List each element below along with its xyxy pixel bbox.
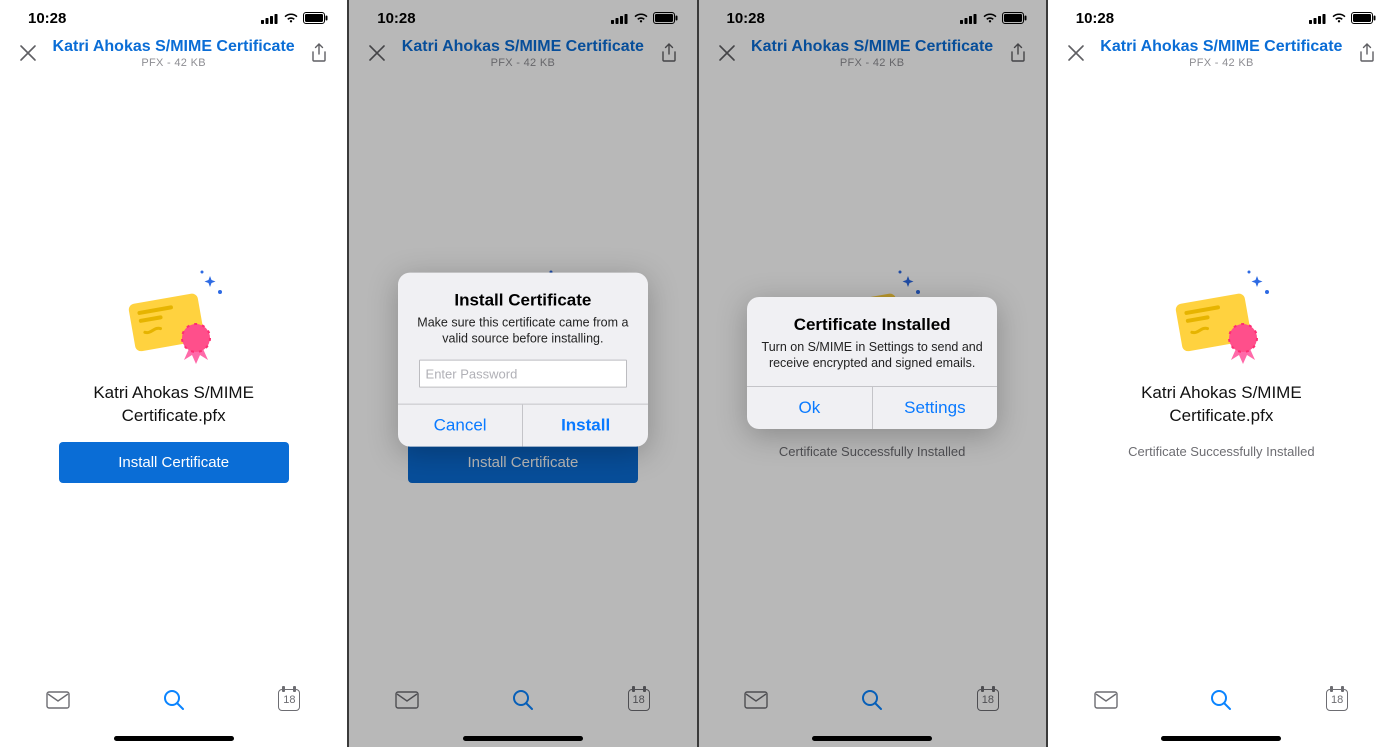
close-icon[interactable] (713, 39, 741, 67)
status-bar: 10:28 (349, 0, 696, 30)
share-icon[interactable] (655, 39, 683, 67)
search-tab-icon[interactable] (857, 687, 887, 713)
header-subtitle: PFX - 42 KB (741, 57, 1004, 69)
certificate-illustration-icon (1161, 270, 1281, 370)
share-icon[interactable] (1004, 39, 1032, 67)
file-header: Katri Ahokas S/MIME Certificate PFX - 42… (349, 30, 696, 80)
alert-ok-button[interactable]: Ok (747, 387, 872, 429)
header-title: Katri Ahokas S/MIME Certificate (741, 37, 1004, 56)
alert-message: Make sure this certificate came from a v… (412, 314, 634, 348)
close-icon[interactable] (363, 39, 391, 67)
share-icon[interactable] (1353, 39, 1381, 67)
certificate-illustration-icon (114, 270, 234, 370)
status-time: 10:28 (28, 10, 66, 27)
search-tab-icon[interactable] (508, 687, 538, 713)
install-certificate-button[interactable]: Install Certificate (59, 442, 289, 483)
mail-tab-icon[interactable] (1091, 687, 1121, 713)
header-subtitle: PFX - 42 KB (42, 57, 305, 69)
status-bar: 10:28 (699, 0, 1046, 30)
screen-initial: 10:28 Katri Ahokas S/MIME Certificate PF… (0, 0, 349, 747)
install-certificate-button[interactable]: Install Certificate (408, 442, 638, 483)
calendar-tab-icon[interactable]: 18 (274, 687, 304, 713)
status-time: 10:28 (727, 10, 765, 27)
mail-tab-icon[interactable] (741, 687, 771, 713)
install-certificate-alert: Install Certificate Make sure this certi… (398, 272, 648, 447)
alert-message: Turn on S/MIME in Settings to send and r… (761, 339, 983, 373)
screen-installed-final: 10:28 Katri Ahokas S/MIME Certificate PF… (1048, 0, 1395, 747)
calendar-tab-icon[interactable]: 18 (1322, 687, 1352, 713)
close-icon[interactable] (14, 39, 42, 67)
status-time: 10:28 (1076, 10, 1114, 27)
header-title: Katri Ahokas S/MIME Certificate (42, 37, 305, 56)
mail-tab-icon[interactable] (43, 687, 73, 713)
screen-installed-prompt: 10:28 Katri Ahokas S/MIME Certificate PF… (699, 0, 1048, 747)
alert-title: Install Certificate (412, 290, 634, 310)
certificate-password-input[interactable] (419, 360, 628, 388)
install-success-label: Certificate Successfully Installed (779, 444, 965, 459)
certificate-filename: Katri Ahokas S/MIME Certificate.pfx (64, 382, 284, 428)
home-indicator[interactable] (114, 736, 234, 741)
mail-tab-icon[interactable] (392, 687, 422, 713)
home-indicator[interactable] (1161, 736, 1281, 741)
share-icon[interactable] (305, 39, 333, 67)
file-header: Katri Ahokas S/MIME Certificate PFX - 42… (699, 30, 1046, 80)
home-indicator[interactable] (463, 736, 583, 741)
status-bar: 10:28 (0, 0, 347, 30)
alert-title: Certificate Installed (761, 315, 983, 335)
close-icon[interactable] (1062, 39, 1090, 67)
status-time: 10:28 (377, 10, 415, 27)
status-icons (261, 12, 329, 24)
certificate-installed-alert: Certificate Installed Turn on S/MIME in … (747, 297, 997, 430)
screen-password-prompt: 10:28 Katri Ahokas S/MIME Certificate PF… (349, 0, 698, 747)
calendar-tab-icon[interactable]: 18 (973, 687, 1003, 713)
status-icons (611, 12, 679, 24)
file-header: Katri Ahokas S/MIME Certificate PFX - 42… (1048, 30, 1395, 80)
calendar-tab-icon[interactable]: 18 (624, 687, 654, 713)
header-subtitle: PFX - 42 KB (1090, 57, 1353, 69)
alert-settings-button[interactable]: Settings (872, 387, 998, 429)
file-header: Katri Ahokas S/MIME Certificate PFX - 42… (0, 30, 347, 80)
header-subtitle: PFX - 42 KB (391, 57, 654, 69)
install-success-label: Certificate Successfully Installed (1128, 444, 1314, 459)
search-tab-icon[interactable] (159, 687, 189, 713)
status-icons (1309, 12, 1377, 24)
header-title: Katri Ahokas S/MIME Certificate (1090, 37, 1353, 56)
alert-cancel-button[interactable]: Cancel (398, 405, 523, 447)
header-title: Katri Ahokas S/MIME Certificate (391, 37, 654, 56)
alert-install-button[interactable]: Install (522, 405, 648, 447)
certificate-filename: Katri Ahokas S/MIME Certificate.pfx (1111, 382, 1331, 428)
search-tab-icon[interactable] (1206, 687, 1236, 713)
status-bar: 10:28 (1048, 0, 1395, 30)
status-icons (960, 12, 1028, 24)
home-indicator[interactable] (812, 736, 932, 741)
